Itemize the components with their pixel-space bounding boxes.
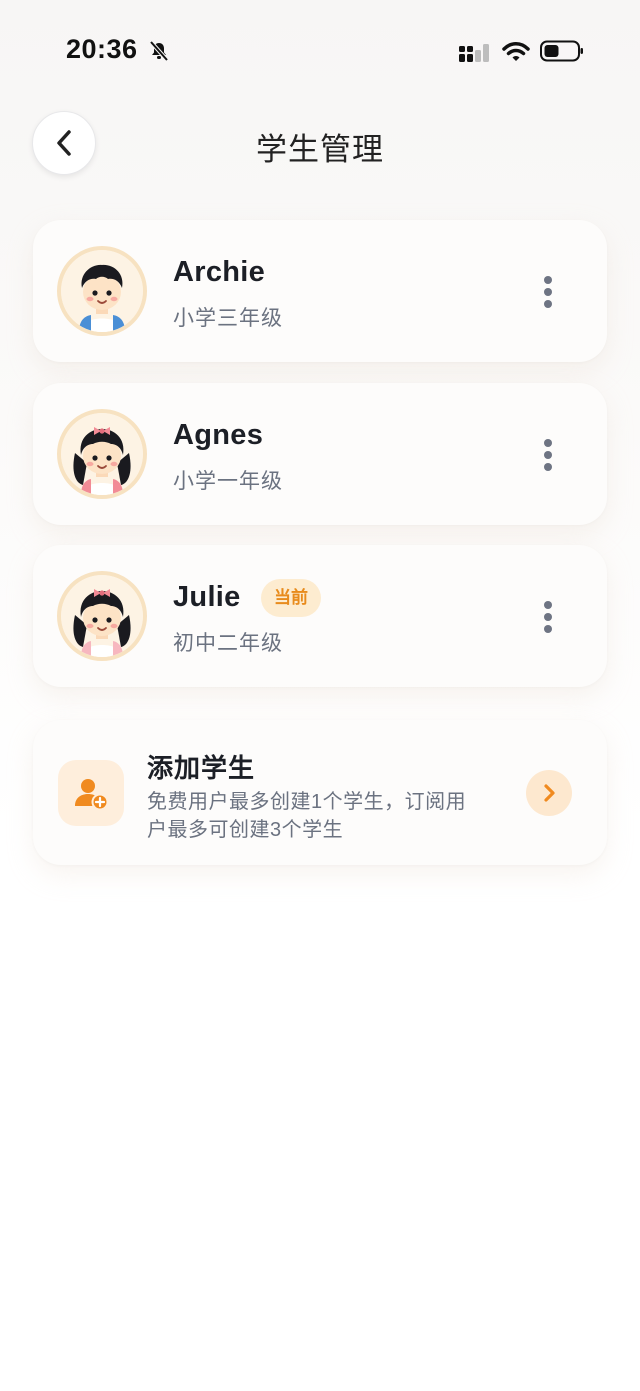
add-student-card[interactable]: 添加学生 免费用户最多创建1个学生，订阅用户最多可创建3个学生 <box>33 720 607 865</box>
more-options-button[interactable] <box>533 595 563 639</box>
student-name: Archie <box>173 256 266 288</box>
student-card[interactable]: Agnes 小学一年级 <box>33 383 607 525</box>
status-bar: 20:36 <box>0 0 640 100</box>
status-time: 20:36 <box>66 34 138 64</box>
more-options-button[interactable] <box>533 270 563 314</box>
student-grade: 小学三年级 <box>173 307 283 330</box>
add-student-arrow-button[interactable] <box>526 770 572 816</box>
add-student-description: 免费用户最多创建1个学生，订阅用户最多可创建3个学生 <box>147 791 467 841</box>
boy-avatar-icon <box>61 250 143 332</box>
student-card[interactable]: Julie 当前 初中二年级 <box>33 545 607 687</box>
wifi-icon <box>502 42 530 61</box>
add-student-title: 添加学生 <box>147 753 256 783</box>
chevron-right-icon <box>544 784 555 802</box>
student-grade: 初中二年级 <box>173 632 283 655</box>
current-badge: 当前 <box>261 579 321 617</box>
student-card[interactable]: Archie 小学三年级 <box>33 220 607 362</box>
avatar <box>57 246 147 336</box>
student-name: Julie <box>173 581 241 613</box>
student-name: Agnes <box>173 419 264 451</box>
cellular-signal-icon <box>459 44 489 62</box>
battery-icon <box>540 40 583 62</box>
more-options-button[interactable] <box>533 433 563 477</box>
student-grade: 小学一年级 <box>173 470 283 493</box>
avatar <box>57 571 147 661</box>
girl-avatar-icon <box>61 575 143 657</box>
avatar <box>57 409 147 499</box>
add-user-icon <box>75 779 108 810</box>
page-title: 学生管理 <box>256 132 384 167</box>
add-user-icon-box <box>58 760 124 826</box>
bell-muted-icon <box>149 40 169 62</box>
girl-avatar-icon <box>61 413 143 495</box>
